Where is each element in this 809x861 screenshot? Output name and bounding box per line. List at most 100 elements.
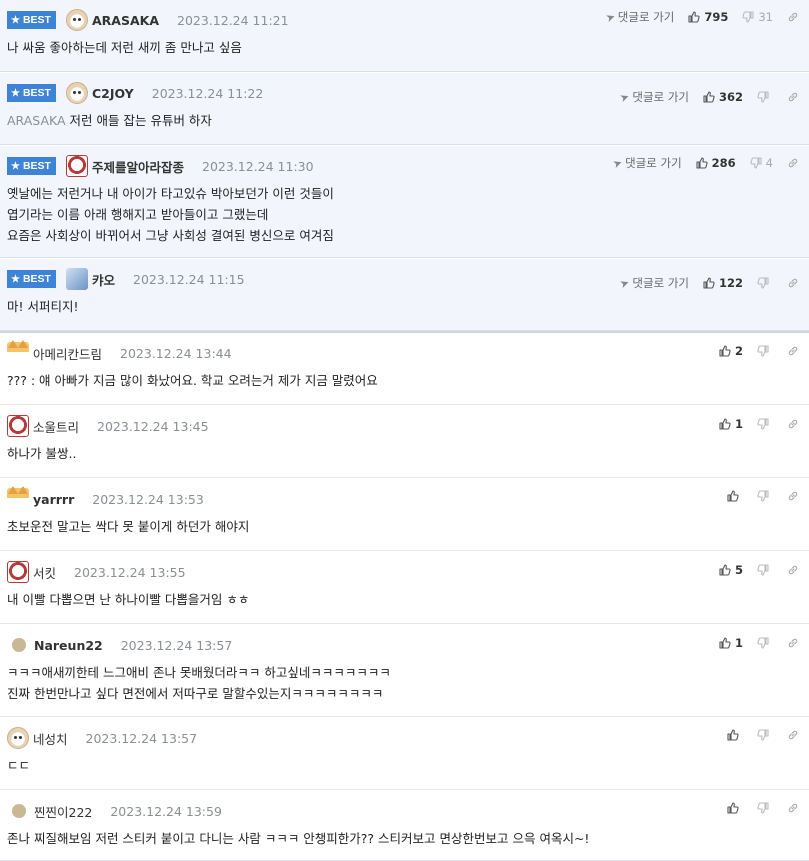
thumbs-down-icon	[757, 637, 769, 649]
nickname[interactable]: 소울트리	[33, 417, 79, 436]
dislike-button[interactable]	[757, 345, 773, 357]
thumbs-up-icon	[696, 157, 708, 169]
thumbs-down-icon	[750, 157, 762, 169]
dislike-button[interactable]	[757, 802, 773, 814]
link-icon[interactable]	[787, 157, 799, 169]
comment-date: 2023.12.24 13:59	[110, 803, 222, 819]
comment-text: 저런 애들 잡는 유튜버 하자	[69, 113, 212, 128]
link-icon[interactable]	[787, 11, 799, 23]
avatar[interactable]	[65, 155, 88, 177]
like-count: 795	[704, 10, 729, 24]
link-icon[interactable]	[787, 418, 799, 430]
like-button[interactable]: 1	[719, 636, 743, 650]
go-to-reply-link[interactable]: ➤ 댓글로 가기	[611, 155, 682, 171]
avatar[interactable]	[7, 727, 29, 749]
comment-header: yarrrr 2023.12.24 13:53	[7, 486, 204, 510]
dislike-button[interactable]	[757, 729, 773, 741]
thumbs-up-icon	[688, 11, 700, 23]
comment-actions: ➤ 댓글로 가기 795 31	[603, 9, 799, 25]
like-button[interactable]: 1	[719, 417, 743, 431]
nickname[interactable]: 주제를알아라잡종	[92, 157, 184, 176]
comment-date: 2023.12.24 13:57	[120, 637, 233, 653]
link-icon[interactable]	[787, 729, 799, 741]
like-count: 5	[734, 563, 743, 577]
avatar[interactable]	[65, 9, 88, 31]
comment-text: 하나가 불쌍..	[7, 446, 77, 461]
avatar[interactable]	[65, 268, 88, 290]
nickname[interactable]: 캬오	[92, 270, 115, 289]
avatar[interactable]	[7, 340, 29, 364]
best-comment: ★ BEST C2JOY 2023.12.24 11:22 ➤ 댓글로 가기 362 ARAS…	[0, 73, 809, 145]
like-button[interactable]	[727, 490, 743, 502]
link-icon[interactable]	[787, 277, 799, 289]
comment-header: 네성치 2023.12.24 13:57	[7, 727, 197, 749]
nickname[interactable]: 네성치	[33, 729, 68, 748]
comment-text: 마! 서퍼티지!	[7, 299, 79, 314]
comment-text: ㅋㅋㅋ애새끼한테 느그애비 존나 못배웠더라ㅋㅋ 하고싶네ㅋㅋㅋㅋㅋㅋㅋ	[7, 665, 391, 680]
avatar[interactable]	[7, 561, 29, 583]
comment-actions: 1	[719, 636, 799, 650]
dislike-button[interactable]	[757, 564, 773, 576]
nickname[interactable]: 찐찐이222	[34, 802, 92, 821]
link-icon[interactable]	[787, 490, 799, 502]
best-label: BEST	[22, 160, 51, 172]
thumbs-up-icon	[719, 345, 731, 357]
comment-body: ㄷㄷ	[7, 755, 30, 776]
like-button[interactable]: 5	[719, 563, 743, 577]
link-icon[interactable]	[787, 564, 799, 576]
dislike-button[interactable]	[757, 91, 773, 103]
link-icon[interactable]	[787, 91, 799, 103]
comment-line: 내 이빨 다뽑으면 난 하나이빨 다뽑을거임 ㅎㅎ	[7, 589, 249, 610]
like-button[interactable]: 122	[703, 276, 743, 290]
comment-actions: ➤ 댓글로 가기 286 4	[611, 155, 799, 171]
dislike-button[interactable]	[757, 490, 773, 502]
thumbs-down-icon	[757, 564, 769, 576]
dislike-button[interactable]	[757, 637, 773, 649]
avatar[interactable]	[65, 82, 88, 104]
comment-body: ㅋㅋㅋ애새끼한테 느그애비 존나 못배웠더라ㅋㅋ 하고싶네ㅋㅋㅋㅋㅋㅋㅋ 진짜 한…	[7, 662, 391, 704]
link-icon[interactable]	[787, 802, 799, 814]
nickname[interactable]: yarrrr	[33, 492, 74, 507]
send-arrow-icon: ➤	[603, 9, 617, 25]
like-button[interactable]	[727, 729, 743, 741]
like-button[interactable]: 362	[703, 90, 743, 104]
comment-header: 아메리칸드림 2023.12.24 13:44	[7, 340, 232, 364]
avatar[interactable]	[12, 638, 26, 652]
comment-body: 존나 찌질해보임 저런 스티커 붙이고 다니는 사람 ㅋㅋㅋ 안챙피한가?? 스…	[7, 828, 589, 849]
like-count: 362	[718, 90, 743, 104]
link-icon[interactable]	[787, 345, 799, 357]
avatar[interactable]	[7, 486, 29, 510]
nickname[interactable]: ARASAKA	[92, 13, 159, 28]
dislike-button[interactable]	[757, 418, 773, 430]
nickname[interactable]: C2JOY	[92, 86, 134, 101]
thumbs-down-icon	[742, 11, 754, 23]
comment-line: ㅋㅋㅋ애새끼한테 느그애비 존나 못배웠더라ㅋㅋ 하고싶네ㅋㅋㅋㅋㅋㅋㅋ	[7, 662, 391, 683]
avatar[interactable]	[12, 804, 26, 818]
dislike-button[interactable]: 4	[750, 156, 773, 170]
go-to-reply-link[interactable]: ➤ 댓글로 가기	[603, 9, 675, 25]
thumbs-down-icon	[757, 490, 769, 502]
like-button[interactable]: 286	[696, 156, 736, 170]
nickname[interactable]: Nareun22	[34, 638, 103, 653]
link-icon[interactable]	[787, 637, 799, 649]
comment-actions	[727, 802, 799, 814]
comment-date: 2023.12.24 11:30	[202, 158, 314, 174]
comment-body: 하나가 불쌍..	[7, 443, 76, 464]
quoted-nickname[interactable]: ARASAKA	[7, 113, 66, 128]
like-button[interactable]: 2	[719, 344, 743, 358]
avatar[interactable]	[7, 415, 29, 437]
dislike-button[interactable]	[757, 277, 773, 289]
go-to-reply-link[interactable]: ➤ 댓글로 가기	[618, 89, 689, 105]
like-button[interactable]	[727, 802, 743, 814]
comment: 찐찐이222 2023.12.24 13:59 존나 찌질해보임 저런 스티커 붙이…	[0, 791, 809, 861]
like-button[interactable]: 795	[688, 10, 728, 24]
thumbs-down-icon	[757, 729, 769, 741]
nickname[interactable]: 아메리칸드림	[33, 344, 102, 363]
go-to-reply-link[interactable]: ➤ 댓글로 가기	[618, 275, 689, 291]
dislike-button[interactable]: 31	[742, 10, 773, 24]
comment-text: 엽기라는 이름 아래 행해지고 받아들이고 그랬는데	[7, 207, 269, 222]
thumbs-up-icon	[727, 729, 739, 741]
nickname[interactable]: 서킷	[33, 563, 56, 582]
comment-text: 나 싸움 좋아하는데 저런 새끼 좀 만나고 싶음	[7, 40, 242, 55]
comment-line: ㄷㄷ	[7, 755, 30, 776]
